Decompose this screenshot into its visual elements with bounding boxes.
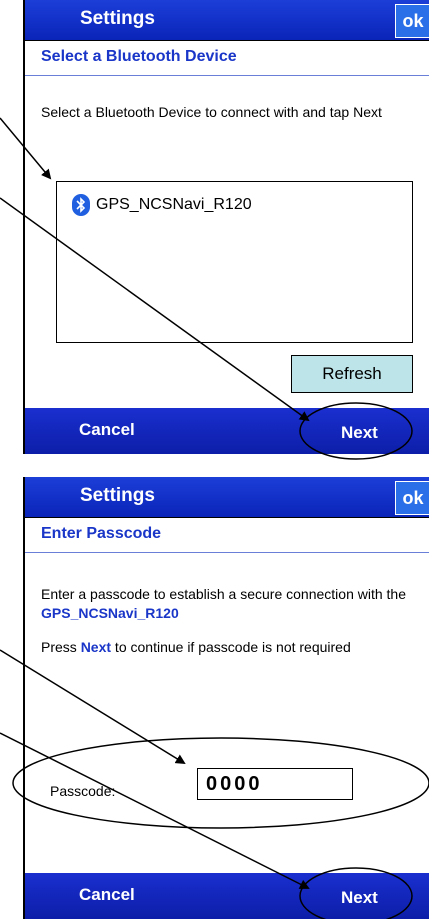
passcode-label: Passcode: bbox=[50, 783, 116, 799]
next-button[interactable]: Next bbox=[341, 888, 378, 908]
page-title: Settings bbox=[80, 8, 155, 29]
section-header-label: Enter Passcode bbox=[41, 525, 162, 542]
bottom-menu-bar: Cancel Next bbox=[25, 873, 429, 919]
section-header-label: Select a Bluetooth Device bbox=[41, 48, 237, 65]
press-next-text: Press Next to continue if passcode is no… bbox=[41, 638, 421, 657]
passcode-input[interactable] bbox=[197, 768, 353, 800]
instruction-text: Enter a passcode to establish a secure c… bbox=[41, 585, 421, 623]
next-button[interactable]: Next bbox=[341, 423, 378, 443]
cancel-button[interactable]: Cancel bbox=[79, 420, 135, 440]
instruction-text: Select a Bluetooth Device to connect wit… bbox=[41, 104, 382, 120]
section-header: Select a Bluetooth Device bbox=[25, 41, 429, 76]
bluetooth-icon bbox=[72, 194, 90, 216]
title-bar: Settings ok bbox=[25, 477, 429, 518]
passcode-screen: Settings ok Enter Passcode Enter a passc… bbox=[23, 477, 429, 919]
bottom-menu-bar: Cancel Next bbox=[25, 408, 429, 454]
list-item[interactable]: GPS_NCSNavi_R120 bbox=[72, 194, 252, 216]
press-prefix: Press bbox=[41, 639, 81, 655]
instruction-prefix: Enter a passcode to establish a secure c… bbox=[41, 586, 406, 602]
bluetooth-device-screen: Settings ok Select a Bluetooth Device Se… bbox=[23, 0, 429, 454]
page-title: Settings bbox=[80, 485, 155, 506]
device-name: GPS_NCSNavi_R120 bbox=[96, 196, 252, 213]
next-highlight: Next bbox=[80, 639, 112, 655]
refresh-button[interactable]: Refresh bbox=[291, 355, 413, 393]
ok-button[interactable]: ok bbox=[395, 4, 429, 38]
press-suffix: to continue if passcode is not required bbox=[111, 639, 351, 655]
title-bar: Settings ok bbox=[25, 0, 429, 41]
device-name-highlight: GPS_NCSNavi_R120 bbox=[41, 605, 179, 621]
section-header: Enter Passcode bbox=[25, 518, 429, 553]
cancel-button[interactable]: Cancel bbox=[79, 885, 135, 905]
ok-button[interactable]: ok bbox=[395, 481, 429, 515]
device-list[interactable]: GPS_NCSNavi_R120 bbox=[56, 181, 413, 343]
